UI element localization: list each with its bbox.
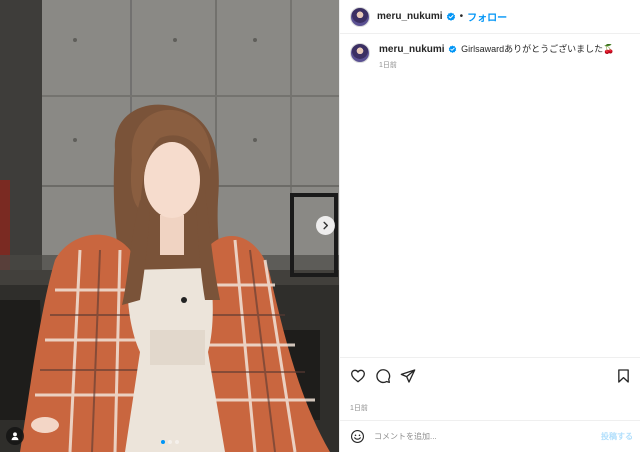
comments-section: meru_nukumi Girlsawardありがとうございました🍒 1日前 bbox=[340, 34, 640, 356]
emoji-button[interactable] bbox=[348, 428, 366, 446]
smiley-icon bbox=[350, 430, 364, 443]
avatar[interactable] bbox=[350, 6, 370, 27]
post-image bbox=[0, 0, 339, 452]
caption-username[interactable]: meru_nukumi bbox=[379, 44, 445, 55]
post-photo[interactable] bbox=[0, 0, 339, 452]
username-link[interactable]: meru_nukumi bbox=[377, 11, 443, 22]
caption-comment: meru_nukumi Girlsawardありがとうございました🍒 1日前 bbox=[350, 43, 631, 72]
avatar[interactable] bbox=[350, 43, 370, 63]
caption-body: meru_nukumi Girlsawardありがとうございました🍒 1日前 bbox=[379, 43, 614, 72]
chevron-right-icon bbox=[323, 221, 329, 230]
separator-dot: • bbox=[459, 11, 464, 22]
post-timestamp[interactable]: 1日前 bbox=[350, 403, 368, 413]
bookmark-icon bbox=[617, 368, 629, 383]
heart-icon bbox=[351, 369, 365, 382]
save-button[interactable] bbox=[614, 367, 632, 385]
comment-input[interactable] bbox=[374, 432, 601, 441]
next-slide-button[interactable] bbox=[316, 216, 335, 235]
like-button[interactable] bbox=[349, 367, 367, 385]
verified-badge-icon bbox=[446, 12, 455, 21]
verified-badge-icon bbox=[448, 45, 456, 53]
action-bar bbox=[340, 357, 640, 393]
caption-timestamp[interactable]: 1日前 bbox=[379, 59, 614, 72]
share-button[interactable] bbox=[399, 367, 417, 385]
follow-button[interactable]: フォロー bbox=[467, 9, 507, 24]
post-side-panel: meru_nukumi • フォロー meru_nukumi Girlsawar… bbox=[339, 0, 640, 452]
comment-icon bbox=[376, 368, 391, 383]
comment-button[interactable] bbox=[374, 367, 392, 385]
carousel-dot bbox=[174, 440, 179, 444]
carousel-indicator bbox=[0, 440, 339, 444]
add-comment-bar: 投稿する bbox=[340, 420, 640, 452]
carousel-dot bbox=[167, 440, 172, 444]
paper-plane-icon bbox=[400, 368, 416, 383]
post-header: meru_nukumi • フォロー bbox=[340, 0, 640, 34]
post-comment-button[interactable]: 投稿する bbox=[601, 431, 633, 442]
carousel-dot bbox=[160, 440, 165, 444]
caption-text: Girlsawardありがとうございました🍒 bbox=[461, 44, 615, 54]
